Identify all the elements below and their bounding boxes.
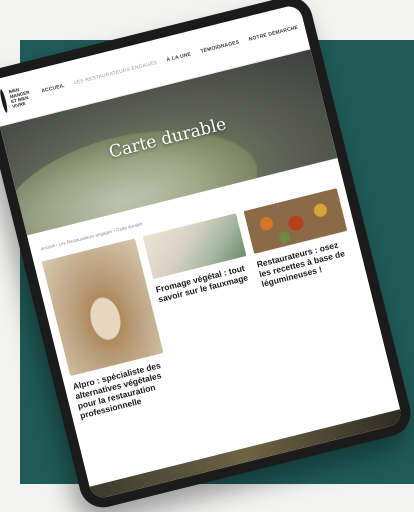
article-image-coffee[interactable]	[41, 238, 164, 377]
nav-item-demarche[interactable]: NOTRE DÉMARCHE	[248, 25, 299, 43]
article-card-legumineuses[interactable]: Restaurateurs : osez les recettes à base…	[243, 188, 357, 289]
nav-item-temoignages[interactable]: TÉMOIGNAGES	[200, 39, 240, 54]
site-logo-icon[interactable]	[0, 88, 9, 114]
site-logo-text[interactable]: BIEN MANGER ET BIEN VIVRE	[8, 85, 32, 109]
nav-item-restaurateurs[interactable]: LES RESTAURATEURS ENGAGÉS	[74, 60, 158, 86]
nav-item-a-la-une[interactable]: À LA UNE	[166, 51, 192, 63]
nav-item-accueil[interactable]: ACCUEIL	[41, 83, 65, 95]
article-card-fromage[interactable]: Fromage végétal : tout savoir sur le fau…	[142, 213, 256, 314]
